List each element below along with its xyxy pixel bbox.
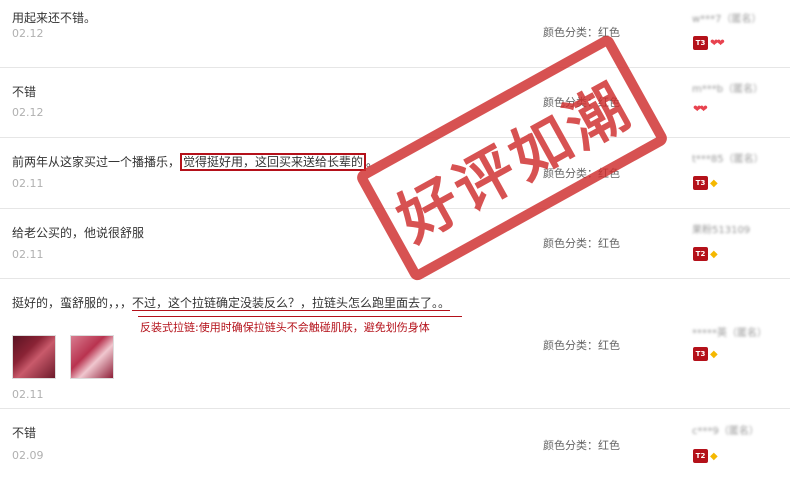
review-text: 前两年从这家买过一个播播乐， [12, 155, 181, 169]
reviewer-name[interactable]: t***85（匿名） [692, 150, 764, 165]
review-date: 02.09 [12, 449, 44, 462]
heart-icon: ❤❤ [693, 104, 708, 115]
reviewer-rank: T2 ◆ [693, 449, 718, 463]
underlined-text: 不过，这个拉链确定没装反么？，拉链头怎么跑里面去了。。 [132, 296, 451, 311]
review-item: 给老公买的，他说很舒服 02.11 颜色分类：红色 果粉513109 T2 ◆ [0, 209, 790, 279]
sku-info: 颜色分类：红色 [543, 96, 620, 109]
reviewer-rank: T3 ◆ [693, 347, 718, 361]
reviewer-name[interactable]: *****英（匿名） [692, 324, 767, 339]
sku-info: 颜色分类：红色 [543, 167, 620, 180]
sku-info: 颜色分类：红色 [543, 237, 620, 250]
review-photo[interactable] [12, 335, 56, 379]
review-content: 给老公买的，他说很舒服 [12, 226, 145, 240]
reviewer-name[interactable]: c***9（匿名） [692, 422, 759, 437]
review-item: 不错 02.12 颜色分类：红色 m***b（匿名） ❤❤ [0, 68, 790, 138]
review-content: 前两年从这家买过一个播播乐， 觉得挺好用，这回买来送给长辈的。 [12, 153, 379, 171]
review-item: 前两年从这家买过一个播播乐， 觉得挺好用，这回买来送给长辈的。 02.11 颜色分… [0, 138, 790, 209]
review-item: 挺好的，蛮舒服的，，，不过，这个拉链确定没装反么？，拉链头怎么跑里面去了。。 反… [0, 279, 790, 409]
review-date: 02.11 [12, 177, 44, 190]
sku-info: 颜色分类：红色 [543, 439, 620, 452]
review-item: 用起来还不错。 02.12 颜色分类：红色 w***7（匿名） T3 ❤❤ [0, 0, 790, 68]
level-badge: T3 [693, 176, 708, 190]
reviewer-rank: T3 ◆ [693, 176, 718, 190]
diamond-icon: ◆ [710, 348, 718, 360]
review-content: 不错 [12, 85, 37, 99]
review-list: 用起来还不错。 02.12 颜色分类：红色 w***7（匿名） T3 ❤❤ 不错… [0, 0, 790, 481]
review-date: 02.11 [12, 248, 44, 261]
sku-info: 颜色分类：红色 [543, 26, 620, 39]
sku-info: 颜色分类：红色 [543, 339, 620, 352]
reviewer-rank: T3 ❤❤ [693, 36, 725, 50]
reviewer-rank: ❤❤ [693, 104, 708, 115]
reviewer-name[interactable]: m***b（匿名） [692, 80, 763, 95]
reviewer-name[interactable]: 果粉513109 [692, 221, 750, 236]
heart-icon: ❤❤ [710, 37, 725, 49]
level-badge: T2 [693, 247, 708, 261]
review-item: 不错 02.09 颜色分类：红色 c***9（匿名） T2 ◆ [0, 409, 790, 481]
review-content: 用起来还不错。 [12, 11, 97, 25]
highlighted-text: 觉得挺好用，这回买来送给长辈的 [180, 153, 367, 171]
diamond-icon: ◆ [710, 248, 718, 260]
review-date: 02.12 [12, 106, 44, 119]
review-content: 不错 [12, 426, 37, 440]
seller-reply: 反装式拉链:使用时确保拉链头不会触碰肌肤，避免划伤身体 [140, 321, 430, 334]
review-text-end: 。 [366, 155, 379, 169]
level-badge: T3 [693, 347, 708, 361]
review-date: 02.12 [12, 27, 44, 40]
diamond-icon: ◆ [710, 177, 718, 189]
reviewer-name[interactable]: w***7（匿名） [692, 10, 762, 25]
level-badge: T2 [693, 449, 708, 463]
reviewer-rank: T2 ◆ [693, 247, 718, 261]
divider [138, 316, 462, 317]
review-photo[interactable] [70, 335, 114, 379]
review-content: 挺好的，蛮舒服的，，，不过，这个拉链确定没装反么？，拉链头怎么跑里面去了。。 [12, 295, 451, 311]
review-text: 挺好的，蛮舒服的，，， [12, 296, 133, 310]
level-badge: T3 [693, 36, 708, 50]
review-date: 02.11 [12, 388, 44, 401]
diamond-icon: ◆ [710, 450, 718, 462]
